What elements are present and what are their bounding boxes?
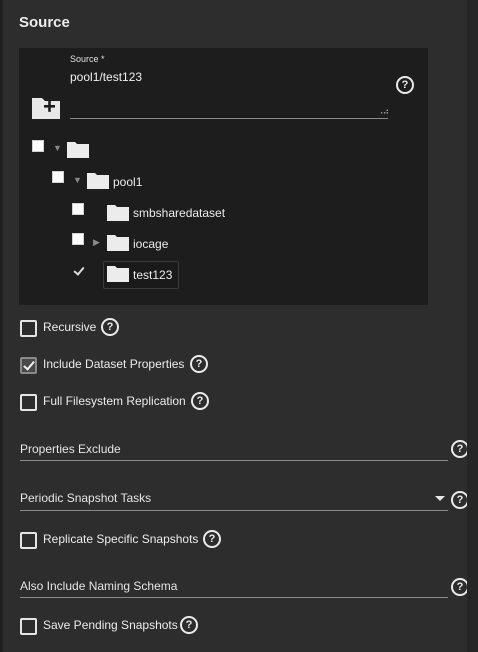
- replicate-specific-snapshots-option[interactable]: Replicate Specific Snapshots: [20, 532, 210, 552]
- naming-schema-label: Also Include Naming Schema: [20, 579, 178, 593]
- naming-schema-field[interactable]: Also Include Naming Schema: [20, 579, 448, 601]
- replicate-specific-snapshots-checkbox[interactable]: [20, 532, 37, 549]
- include-dataset-properties-help-icon[interactable]: ?: [190, 355, 208, 373]
- dropdown-arrow-icon[interactable]: [435, 496, 445, 501]
- replicate-specific-snapshots-help-icon[interactable]: ?: [203, 530, 221, 548]
- panel-left-edge: [0, 0, 3, 652]
- source-input[interactable]: pool1/test123: [70, 70, 142, 84]
- tree-node-label[interactable]: smbsharedataset: [133, 206, 225, 220]
- full-filesystem-replication-help-icon[interactable]: ?: [191, 392, 209, 410]
- folder-icon: [67, 142, 89, 158]
- folder-icon: [107, 266, 129, 282]
- save-pending-snapshots-label: Save Pending Snapshots: [43, 618, 178, 632]
- periodic-snapshot-tasks-select[interactable]: Periodic Snapshot Tasks: [20, 491, 448, 513]
- tree-node-checkbox-checked[interactable]: [72, 264, 84, 276]
- include-dataset-properties-label: Include Dataset Properties: [43, 357, 185, 371]
- naming-schema-underline: [20, 597, 448, 598]
- tree-node-iocage[interactable]: ▶ iocage: [19, 233, 428, 253]
- create-dataset-folder-icon[interactable]: [31, 94, 61, 120]
- recursive-option[interactable]: Recursive: [20, 320, 160, 340]
- properties-exclude-field[interactable]: Properties Exclude: [20, 442, 448, 464]
- tree-node-label[interactable]: iocage: [133, 237, 168, 251]
- source-help-icon[interactable]: ?: [396, 76, 414, 94]
- expand-arrow-icon[interactable]: ▶: [93, 237, 100, 248]
- replicate-specific-snapshots-label: Replicate Specific Snapshots: [43, 532, 199, 546]
- folder-icon: [87, 173, 109, 189]
- folder-icon: [107, 205, 129, 221]
- periodic-snapshot-tasks-label: Periodic Snapshot Tasks: [20, 491, 152, 505]
- tree-node-smbsharedataset[interactable]: smbsharedataset: [19, 203, 428, 223]
- tree-node-checkbox[interactable]: [72, 233, 84, 245]
- include-dataset-properties-option[interactable]: Include Dataset Properties: [20, 357, 200, 377]
- full-filesystem-replication-label: Full Filesystem Replication: [43, 394, 186, 408]
- tree-node-checkbox[interactable]: [72, 203, 84, 215]
- panel-right-edge: [467, 0, 478, 652]
- section-title: Source: [19, 14, 70, 31]
- source-input-underline: [70, 118, 388, 119]
- tree-node-test123[interactable]: test123: [19, 264, 428, 284]
- tree-node-root[interactable]: ▼: [19, 140, 428, 160]
- folder-icon: [107, 235, 129, 251]
- tree-node-label[interactable]: test123: [133, 268, 172, 282]
- periodic-snapshot-tasks-underline: [20, 510, 448, 511]
- recursive-help-icon[interactable]: ?: [101, 318, 119, 336]
- expand-arrow-icon[interactable]: ▼: [73, 175, 82, 185]
- source-explorer: Source * pool1/test123 ⠠⠴ ? ▼ ▼ pool1 sm…: [19, 48, 428, 305]
- tree-node-pool1[interactable]: ▼ pool1: [19, 171, 428, 191]
- recursive-label: Recursive: [43, 320, 97, 334]
- full-filesystem-replication-checkbox[interactable]: [20, 394, 37, 411]
- properties-exclude-underline: [20, 460, 448, 461]
- expand-arrow-icon[interactable]: ▼: [53, 143, 62, 153]
- save-pending-snapshots-checkbox[interactable]: [20, 618, 37, 635]
- tree-node-checkbox[interactable]: [32, 140, 44, 152]
- source-panel: Source Source * pool1/test123 ⠠⠴ ? ▼ ▼ p…: [0, 0, 469, 652]
- full-filesystem-replication-option[interactable]: Full Filesystem Replication: [20, 394, 200, 414]
- include-dataset-properties-checkbox[interactable]: [20, 357, 37, 374]
- tree-node-label[interactable]: pool1: [113, 175, 142, 189]
- recursive-checkbox[interactable]: [20, 320, 37, 337]
- tree-node-checkbox[interactable]: [52, 171, 64, 183]
- properties-exclude-label: Properties Exclude: [20, 442, 121, 456]
- resize-handle-icon[interactable]: ⠠⠴: [377, 106, 389, 117]
- save-pending-snapshots-help-icon[interactable]: ?: [180, 616, 198, 634]
- save-pending-snapshots-option[interactable]: Save Pending Snapshots: [20, 618, 190, 638]
- source-field-label: Source *: [70, 54, 105, 64]
